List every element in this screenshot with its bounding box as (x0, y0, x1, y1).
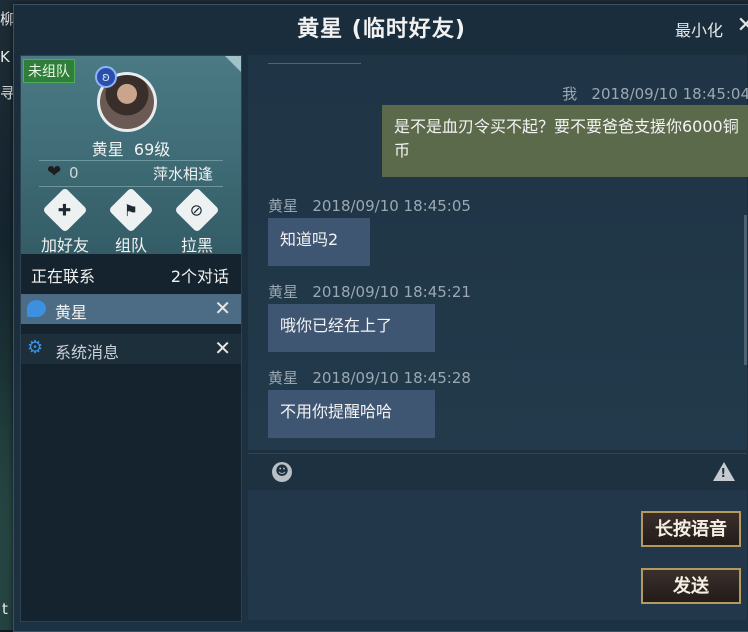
friend-name: 黄星 (91, 140, 124, 159)
friend-level: 69级 (133, 140, 171, 159)
chat-window: 黄星 (临时好友) 最小化 ✕ 未组队 ʚ 黄星 69级 ❤ 0 萍水相逢 ✚ (13, 4, 748, 632)
contacts-header-label: 正在联系 (31, 267, 96, 286)
message-meta: 黄星 2018/09/10 18:45:21 (268, 281, 471, 302)
message-meta: 黄星 2018/09/10 18:45:28 (268, 367, 471, 388)
gear-icon: ⚙ (27, 337, 44, 358)
card-corner-decoration (225, 56, 241, 72)
emoji-icon[interactable]: ☻ (272, 462, 292, 482)
heart-icon: ❤ (47, 162, 62, 182)
message-bubble-theirs: 不用你提醒哈哈 (268, 390, 435, 438)
close-icon[interactable]: ✕ (214, 296, 231, 320)
contacts-header: 正在联系 2个对话 (21, 256, 241, 290)
minimize-button[interactable]: 最小化 (675, 17, 723, 41)
message-meta: 黄星 2018/09/10 18:45:05 (268, 195, 471, 216)
message-time: 2018/09/10 18:45:05 (312, 197, 471, 215)
team-button[interactable]: ⚑ 组队 (101, 187, 161, 255)
message-time: 2018/09/10 18:45:21 (312, 283, 471, 301)
message-sender: 黄星 (268, 283, 299, 301)
contact-name: 黄星 (55, 303, 88, 322)
title-bar: 黄星 (临时好友) 最小化 ✕ (14, 5, 748, 49)
voice-button[interactable]: 长按语音 (641, 511, 741, 547)
team-label: 组队 (114, 236, 147, 255)
message-bubble-theirs: 哦你已经在上了 (268, 304, 435, 352)
profile-card: 未组队 ʚ 黄星 69级 ❤ 0 萍水相逢 ✚ 加好友 ⚑ 组队 ⊘ 拉黑 (21, 56, 241, 255)
intimacy-value: 0 (69, 164, 79, 182)
conversation-count: 2个对话 (170, 267, 229, 286)
team-status-badge: 未组队 (23, 59, 75, 83)
message-bubble-mine: 是不是血刃令买不起？要不要爸爸支援你6000铜币 (382, 105, 748, 177)
add-friend-label: 加好友 (40, 236, 89, 255)
team-flag-icon: ⚑ (108, 187, 154, 233)
class-icon: ʚ (95, 66, 117, 88)
profile-actions: ✚ 加好友 ⚑ 组队 ⊘ 拉黑 (21, 187, 241, 255)
background-text: K (0, 48, 10, 66)
input-toolbar: ☻ ! (248, 453, 747, 490)
divider (268, 63, 361, 64)
send-button[interactable]: 发送 (641, 568, 741, 604)
divider (39, 160, 223, 161)
contact-item-system[interactable]: ⚙ 系统消息 ✕ (21, 334, 241, 364)
close-icon[interactable]: ✕ (737, 13, 748, 38)
block-label: 拉黑 (180, 236, 213, 255)
intimacy-row: ❤ 0 萍水相逢 (47, 162, 235, 184)
message-bubble-theirs: 知道吗2 (268, 218, 370, 266)
message-sender: 黄星 (268, 369, 299, 387)
scrollbar[interactable] (744, 215, 747, 365)
add-friend-button[interactable]: ✚ 加好友 (35, 187, 95, 255)
background-text: t (2, 600, 8, 618)
contact-name: 系统消息 (55, 343, 120, 362)
message-time: 2018/09/10 18:45:28 (312, 369, 471, 387)
block-icon: ⊘ (174, 187, 220, 233)
close-icon[interactable]: ✕ (214, 336, 231, 360)
message-sender: 我 (562, 85, 578, 103)
add-friend-icon: ✚ (42, 187, 88, 233)
message-time: 2018/09/10 18:45:04 (591, 85, 748, 103)
message-sender: 黄星 (268, 197, 299, 215)
chat-bubble-icon (27, 300, 46, 317)
relation-label: 萍水相逢 (152, 165, 213, 183)
window-title: 黄星 (临时好友) (297, 17, 466, 42)
message-list[interactable]: 我 2018/09/10 18:45:04 是不是血刃令买不起？要不要爸爸支援你… (248, 55, 748, 450)
contact-item-huangxing[interactable]: 黄星 ✕ (21, 294, 241, 324)
name-level: 黄星 69级 (21, 136, 241, 160)
block-button[interactable]: ⊘ 拉黑 (167, 187, 227, 255)
report-mark: ! (720, 466, 726, 480)
friend-panel: 未组队 ʚ 黄星 69级 ❤ 0 萍水相逢 ✚ 加好友 ⚑ 组队 ⊘ 拉黑 正在… (20, 55, 242, 622)
divider (39, 186, 223, 187)
message-meta: 我 2018/09/10 18:45:04 (562, 83, 748, 104)
